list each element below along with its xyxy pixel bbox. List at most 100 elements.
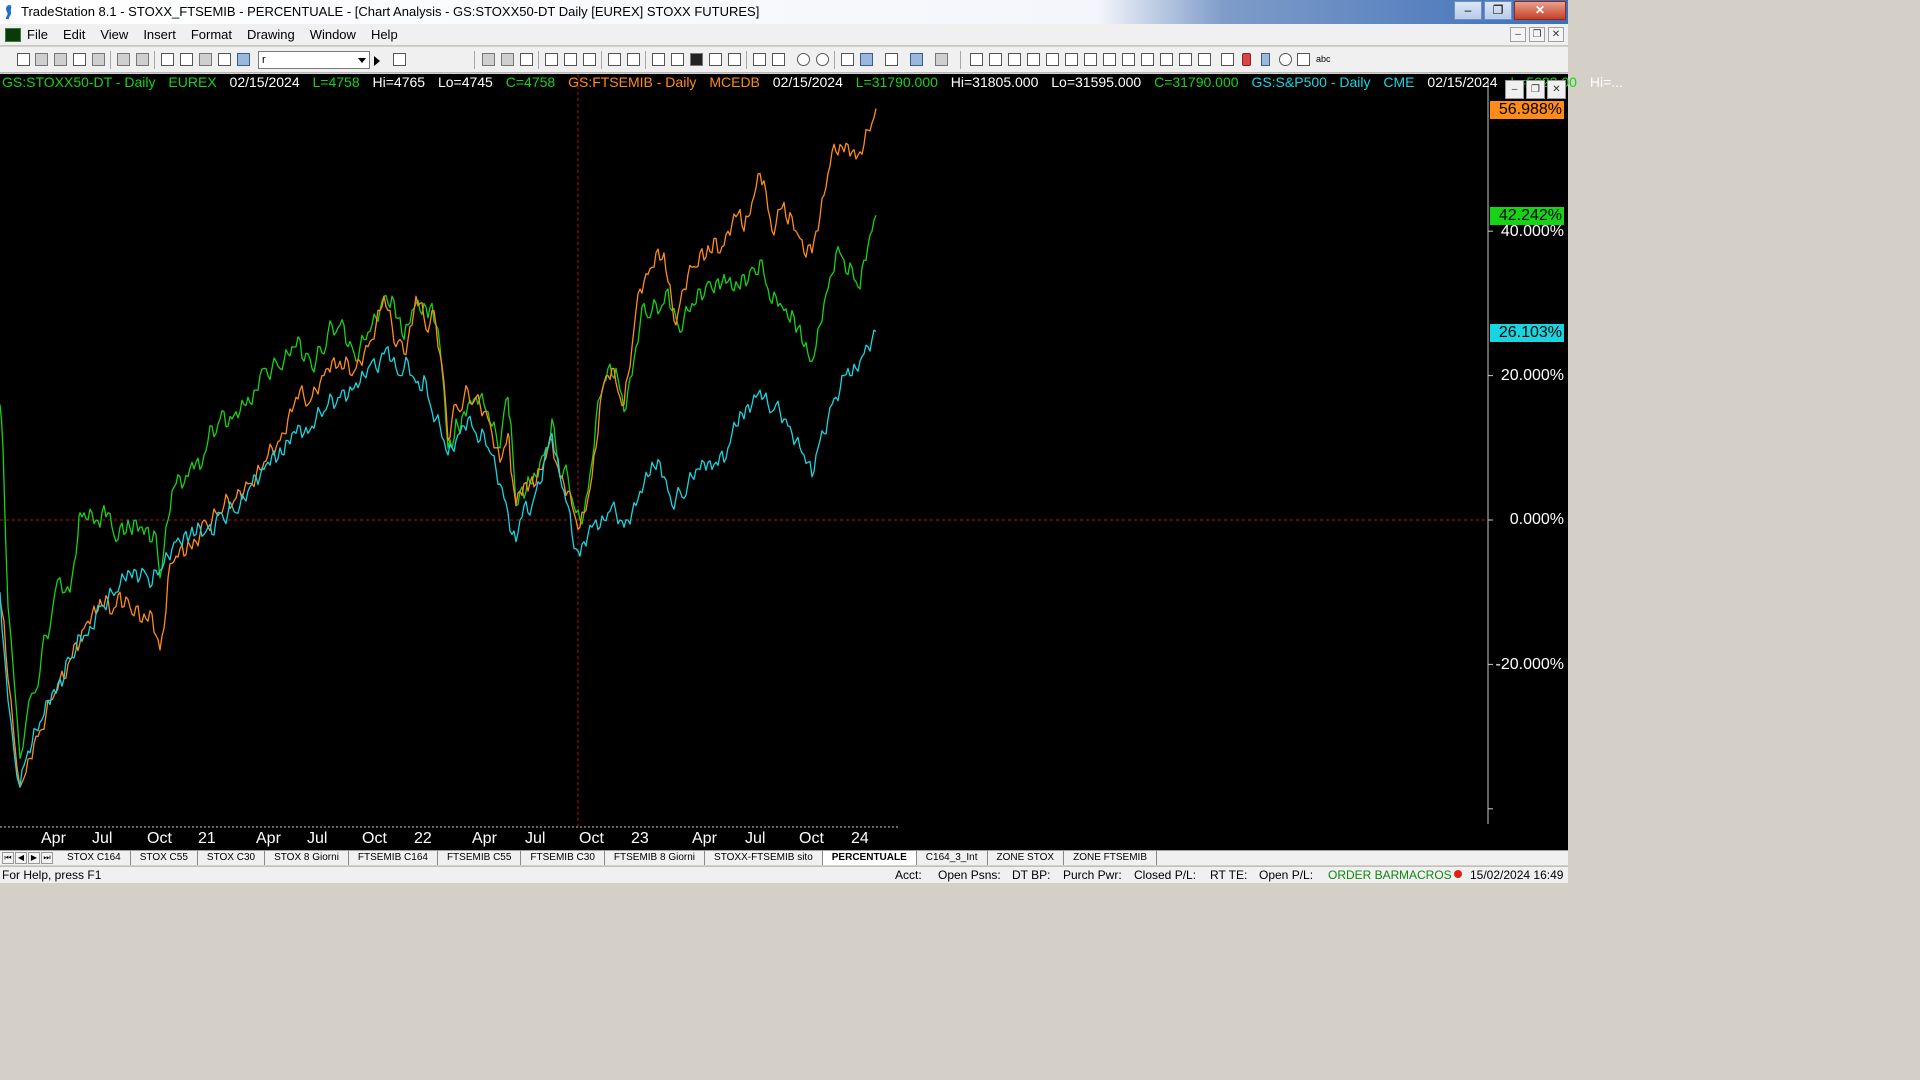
chart-restore-button[interactable]: ❐ bbox=[1526, 80, 1545, 99]
tab-last-icon[interactable]: ⏭ bbox=[41, 852, 53, 864]
trendline-icon[interactable] bbox=[970, 53, 983, 66]
duplicate-chart-icon[interactable] bbox=[627, 53, 640, 66]
gann-fan-icon[interactable] bbox=[1065, 53, 1078, 66]
go-arrow-icon[interactable] bbox=[374, 56, 381, 66]
tab-stoxx-ftsemib-sito[interactable]: STOXX-FTSEMIB sito bbox=[705, 851, 823, 865]
order-entry-icon[interactable] bbox=[910, 53, 923, 66]
format-symbol-icon[interactable] bbox=[501, 53, 514, 66]
arrow-down-icon[interactable] bbox=[1242, 53, 1251, 66]
menu-drawing[interactable]: Drawing bbox=[247, 27, 295, 42]
new-window-icon[interactable] bbox=[73, 53, 86, 66]
stoxx50-line[interactable] bbox=[0, 215, 877, 759]
chart-window-icon[interactable] bbox=[5, 28, 21, 42]
menu-edit[interactable]: Edit bbox=[63, 27, 85, 42]
tab-ftsemib-c164[interactable]: FTSEMIB C164 bbox=[349, 851, 438, 865]
tab-c164-3-int[interactable]: C164_3_Int bbox=[917, 851, 988, 865]
symbol-combo[interactable]: r bbox=[258, 51, 370, 69]
menu-window[interactable]: Window bbox=[310, 27, 356, 42]
mdi-restore-button[interactable]: ❐ bbox=[1529, 27, 1545, 42]
menu-view[interactable]: View bbox=[100, 27, 128, 42]
open-icon[interactable] bbox=[35, 53, 48, 66]
link-icon[interactable] bbox=[237, 53, 250, 66]
tab-stox-8-giorni[interactable]: STOX 8 Giorni bbox=[265, 851, 349, 865]
matrix-icon[interactable] bbox=[671, 53, 684, 66]
tab-zone-stox[interactable]: ZONE STOX bbox=[988, 851, 1065, 865]
vertical-lines-icon[interactable] bbox=[989, 53, 1002, 66]
ellipse-icon[interactable] bbox=[1279, 53, 1292, 66]
lock-icon[interactable] bbox=[199, 53, 212, 66]
tab-ftsemib-c30[interactable]: FTSEMIB C30 bbox=[521, 851, 605, 865]
data-window-icon[interactable] bbox=[520, 53, 533, 66]
expand-bars-icon[interactable] bbox=[753, 53, 766, 66]
menu-file[interactable]: File bbox=[27, 27, 48, 42]
cursor-select-icon[interactable] bbox=[860, 53, 873, 66]
arrow-up-icon[interactable] bbox=[1261, 53, 1270, 66]
insert-indicator-icon[interactable] bbox=[564, 53, 577, 66]
print-preview-icon[interactable] bbox=[136, 53, 149, 66]
ftsemib-line[interactable] bbox=[0, 108, 877, 788]
tab-zone-ftsemib[interactable]: ZONE FTSEMIB bbox=[1064, 851, 1158, 865]
horizontal-arrow-icon[interactable] bbox=[1141, 53, 1154, 66]
tab-first-icon[interactable]: ⏮ bbox=[2, 852, 14, 864]
menu-format[interactable]: Format bbox=[191, 27, 232, 42]
close-button[interactable]: ✕ bbox=[1514, 1, 1566, 20]
new-icon[interactable] bbox=[17, 53, 30, 66]
open-workspace-icon[interactable] bbox=[54, 53, 67, 66]
text-tool-icon[interactable]: abc bbox=[1316, 54, 1332, 67]
arc-icon[interactable] bbox=[1046, 53, 1059, 66]
tools-icon[interactable] bbox=[885, 53, 898, 66]
zoom-in-icon[interactable] bbox=[797, 53, 810, 66]
insert-strategy-icon[interactable] bbox=[583, 53, 596, 66]
zoom-out-icon[interactable] bbox=[816, 53, 829, 66]
tab-stox-c55[interactable]: STOX C55 bbox=[131, 851, 198, 865]
tab-stox-c164[interactable]: STOX C164 bbox=[58, 851, 131, 865]
tab-ftsemib-c55[interactable]: FTSEMIB C55 bbox=[438, 851, 522, 865]
freehand-icon[interactable] bbox=[1198, 53, 1211, 66]
angle-icon[interactable] bbox=[1122, 53, 1135, 66]
alert-icon[interactable] bbox=[935, 53, 948, 66]
macros-button[interactable]: MACROS bbox=[1399, 868, 1452, 882]
window-tile-icon[interactable] bbox=[180, 53, 193, 66]
symbol-lookup-icon[interactable] bbox=[393, 53, 406, 66]
menu-insert[interactable]: Insert bbox=[143, 27, 176, 42]
andrews-pitchfork-icon[interactable] bbox=[1103, 53, 1116, 66]
save-icon[interactable] bbox=[92, 53, 105, 66]
refresh-icon[interactable] bbox=[608, 53, 621, 66]
format-window-icon[interactable] bbox=[482, 53, 495, 66]
chart-minimize-button[interactable]: – bbox=[1505, 80, 1524, 99]
insert-analysis-icon[interactable] bbox=[545, 53, 558, 66]
candlestick-icon[interactable] bbox=[728, 53, 741, 66]
print-icon[interactable] bbox=[117, 53, 130, 66]
menu-help[interactable]: Help bbox=[371, 27, 398, 42]
pointer-icon[interactable] bbox=[841, 53, 854, 66]
legend-s1-symbol: GS:STOXX50-DT - Daily bbox=[2, 74, 156, 90]
tab-percentuale[interactable]: PERCENTUALE bbox=[822, 851, 917, 865]
rectangle-icon[interactable] bbox=[1297, 53, 1310, 66]
window-cascade-icon[interactable] bbox=[161, 53, 174, 66]
chart-style-icon[interactable] bbox=[218, 53, 231, 66]
mdi-close-button[interactable]: ✕ bbox=[1548, 27, 1564, 42]
curve-icon[interactable] bbox=[1221, 53, 1234, 66]
tab-next-icon[interactable]: ▶ bbox=[28, 852, 40, 864]
minimize-button[interactable]: – bbox=[1454, 1, 1482, 20]
tab-ftsemib-8-giorni[interactable]: FTSEMIB 8 Giorni bbox=[605, 851, 706, 865]
order-bar-button[interactable]: ORDER BAR bbox=[1328, 868, 1399, 882]
tab-prev-icon[interactable]: ◀ bbox=[15, 852, 27, 864]
cycle-icon[interactable] bbox=[1179, 53, 1192, 66]
maximize-button[interactable]: ❐ bbox=[1484, 1, 1512, 20]
compress-bars-icon[interactable] bbox=[772, 53, 785, 66]
radar-icon[interactable] bbox=[652, 53, 665, 66]
status-acct: Acct: bbox=[895, 868, 922, 882]
parallel-lines-icon[interactable] bbox=[1160, 53, 1173, 66]
chart-close-button[interactable]: ✕ bbox=[1547, 80, 1566, 99]
sp500-line[interactable] bbox=[0, 329, 877, 788]
bar-chart-icon[interactable] bbox=[709, 53, 722, 66]
fib-retracement-icon[interactable] bbox=[1027, 53, 1040, 66]
horizontal-lines-icon[interactable] bbox=[1008, 53, 1021, 66]
tab-stox-c30[interactable]: STOX C30 bbox=[198, 851, 266, 865]
chart-plot[interactable] bbox=[0, 74, 1568, 850]
chart-icon[interactable] bbox=[690, 53, 703, 66]
mdi-minimize-button[interactable]: – bbox=[1510, 27, 1526, 42]
speed-lines-icon[interactable] bbox=[1084, 53, 1097, 66]
chart-analysis-window[interactable]: GS:STOXX50-DT - Daily EUREX 02/15/2024 L… bbox=[0, 74, 1623, 850]
